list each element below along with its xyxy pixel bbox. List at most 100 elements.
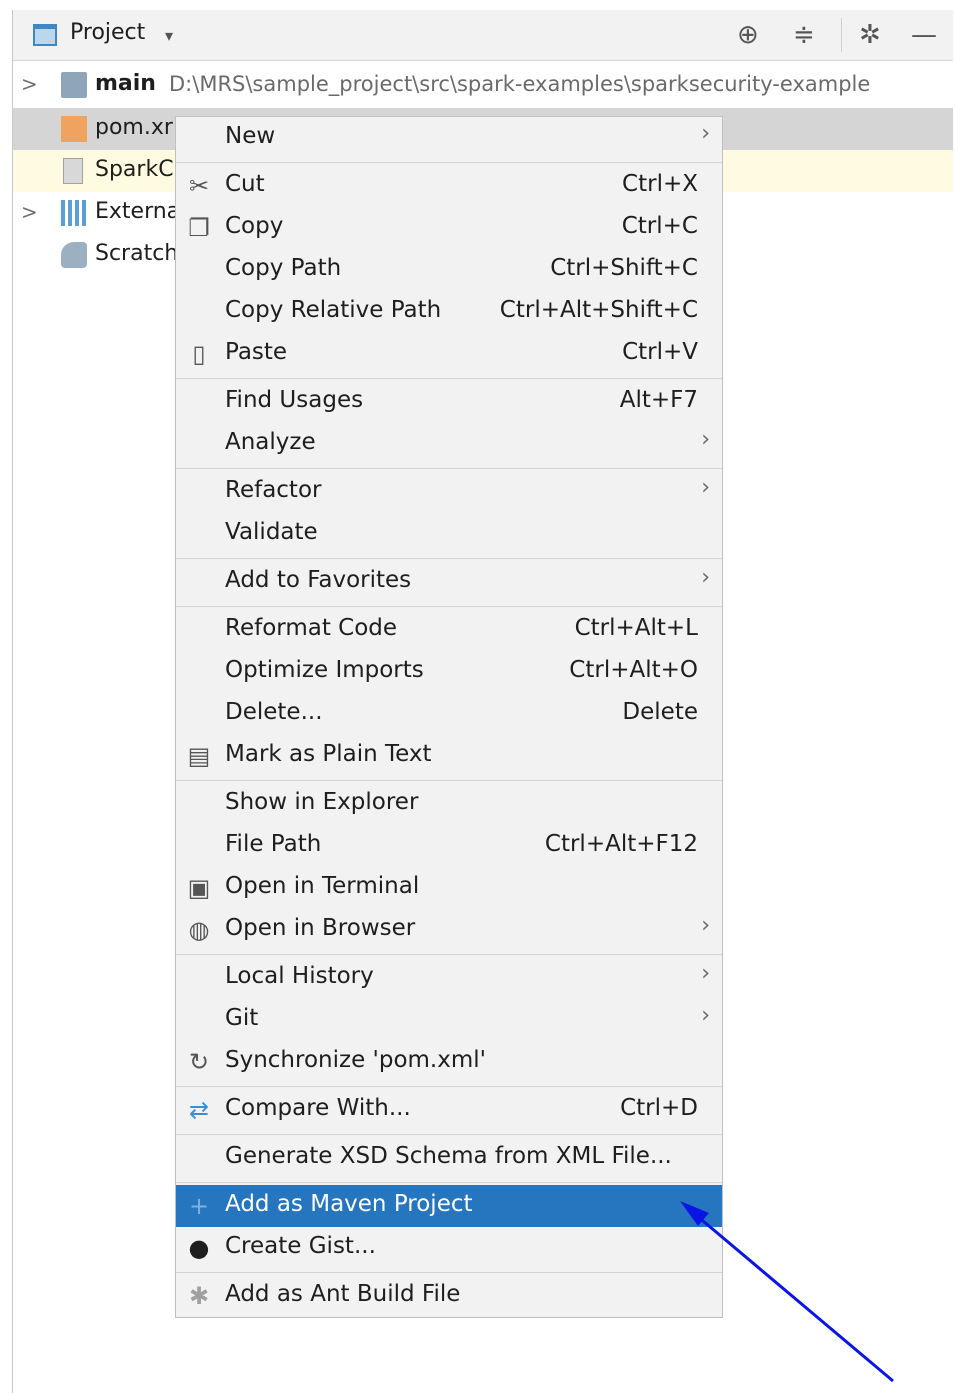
menu-item-find-usages[interactable]: Find Usages Alt+F7 xyxy=(176,381,722,423)
menu-separator xyxy=(176,468,722,469)
menu-item-open-in-browser[interactable]: ◍ Open in Browser › xyxy=(176,909,722,951)
menu-item-label: Show in Explorer xyxy=(225,789,419,815)
tree-item-path: D:\MRS\sample_project\src\spark-examples… xyxy=(169,72,871,96)
menu-item-label: Local History xyxy=(225,963,374,989)
target-icon[interactable]: ⊕ xyxy=(737,18,759,52)
menu-item-analyze[interactable]: Analyze › xyxy=(176,423,722,465)
plain-text-icon: ▤ xyxy=(187,742,211,770)
menu-item-label: Analyze xyxy=(225,429,316,455)
menu-item-label: Refactor xyxy=(225,477,322,503)
submenu-arrow-icon: › xyxy=(701,1003,710,1028)
menu-item-shortcut: Ctrl+Alt+O xyxy=(569,657,698,683)
scratch-icon xyxy=(61,242,87,268)
menu-item-add-as-ant-build-file[interactable]: ✱ Add as Ant Build File xyxy=(176,1275,722,1317)
menu-item-label: Mark as Plain Text xyxy=(225,741,432,767)
menu-item-label: Compare With... xyxy=(225,1095,411,1121)
menu-item-copy-path[interactable]: Copy Path Ctrl+Shift+C xyxy=(176,249,722,291)
menu-item-label: Open in Browser xyxy=(225,915,416,941)
tree-item-label: SparkC xyxy=(95,157,174,182)
menu-item-refactor[interactable]: Refactor › xyxy=(176,471,722,513)
submenu-arrow-icon: › xyxy=(701,961,710,986)
menu-item-new[interactable]: New › xyxy=(176,117,722,159)
menu-item-shortcut: Ctrl+X xyxy=(622,171,698,197)
compare-icon: ⇄ xyxy=(188,1096,210,1124)
menu-item-shortcut: Ctrl+Alt+F12 xyxy=(544,831,698,857)
submenu-arrow-icon: › xyxy=(701,565,710,590)
menu-item-show-in-explorer[interactable]: Show in Explorer xyxy=(176,783,722,825)
copy-icon: ❐ xyxy=(188,214,210,242)
menu-item-open-in-terminal[interactable]: ▣ Open in Terminal xyxy=(176,867,722,909)
menu-item-label: Generate XSD Schema from XML File... xyxy=(225,1143,672,1169)
menu-separator xyxy=(176,1086,722,1087)
menu-separator xyxy=(176,1272,722,1273)
menu-item-shortcut: Delete xyxy=(622,699,698,725)
menu-item-mark-as-plain-text[interactable]: ▤ Mark as Plain Text xyxy=(176,735,722,777)
tree-item-label: main xyxy=(95,71,156,96)
menu-item-create-gist[interactable]: ● Create Gist... xyxy=(176,1227,722,1269)
globe-icon: ◍ xyxy=(188,916,210,944)
menu-item-shortcut: Alt+F7 xyxy=(619,387,698,413)
tree-item-label: pom.xr xyxy=(95,115,173,140)
menu-item-label: Synchronize 'pom.xml' xyxy=(225,1047,486,1073)
menu-item-add-to-favorites[interactable]: Add to Favorites › xyxy=(176,561,722,603)
minimize-icon[interactable]: — xyxy=(911,18,937,52)
menu-item-add-as-maven-project[interactable]: + Add as Maven Project xyxy=(176,1185,722,1227)
menu-separator xyxy=(176,558,722,559)
menu-item-file-path[interactable]: File Path Ctrl+Alt+F12 xyxy=(176,825,722,867)
submenu-arrow-icon: › xyxy=(701,475,710,500)
menu-item-validate[interactable]: Validate xyxy=(176,513,722,555)
folder-icon xyxy=(61,72,87,98)
menu-item-cut[interactable]: ✂ Cut Ctrl+X xyxy=(176,165,722,207)
tree-item-label: Scratch xyxy=(95,241,179,266)
panel-title[interactable]: Project xyxy=(70,20,145,45)
library-icon xyxy=(61,200,87,226)
expand-arrow-icon[interactable]: > xyxy=(21,72,38,96)
menu-item-local-history[interactable]: Local History › xyxy=(176,957,722,999)
menu-item-git[interactable]: Git › xyxy=(176,999,722,1041)
submenu-arrow-icon: › xyxy=(701,121,710,146)
ant-icon: ✱ xyxy=(188,1282,210,1310)
menu-item-reformat-code[interactable]: Reformat Code Ctrl+Alt+L xyxy=(176,609,722,651)
tree-item-main[interactable]: > main D:\MRS\sample_project\src\spark-e… xyxy=(13,64,953,106)
menu-item-generate-xsd-schema[interactable]: Generate XSD Schema from XML File... xyxy=(176,1137,722,1179)
gear-icon[interactable]: ✲ xyxy=(859,18,881,52)
menu-item-label: Paste xyxy=(225,339,288,365)
collapse-all-icon[interactable]: ≑ xyxy=(793,18,815,52)
clipboard-icon: ▯ xyxy=(192,340,206,368)
github-icon: ● xyxy=(188,1234,210,1262)
menu-separator xyxy=(176,780,722,781)
menu-item-label: Create Gist... xyxy=(225,1233,376,1259)
menu-item-shortcut: Ctrl+D xyxy=(620,1095,698,1121)
chevron-down-icon[interactable]: ▾ xyxy=(165,26,173,45)
menu-item-label: Delete... xyxy=(225,699,323,725)
menu-item-shortcut: Ctrl+C xyxy=(621,213,698,239)
menu-item-label: Add as Maven Project xyxy=(225,1191,473,1217)
header-divider xyxy=(841,18,842,52)
expand-arrow-icon[interactable]: > xyxy=(21,200,38,224)
menu-item-delete[interactable]: Delete... Delete xyxy=(176,693,722,735)
menu-item-compare-with[interactable]: ⇄ Compare With... Ctrl+D xyxy=(176,1089,722,1131)
menu-item-label: File Path xyxy=(225,831,322,857)
menu-item-shortcut: Ctrl+V xyxy=(622,339,698,365)
menu-item-label: New xyxy=(225,123,276,149)
submenu-arrow-icon: › xyxy=(701,427,710,452)
menu-item-paste[interactable]: ▯ Paste Ctrl+V xyxy=(176,333,722,375)
menu-item-synchronize[interactable]: ↻ Synchronize 'pom.xml' xyxy=(176,1041,722,1083)
scissors-icon: ✂ xyxy=(188,172,210,200)
xml-file-icon xyxy=(61,116,87,142)
menu-separator xyxy=(176,606,722,607)
menu-separator xyxy=(176,378,722,379)
terminal-icon: ▣ xyxy=(187,874,211,902)
menu-item-optimize-imports[interactable]: Optimize Imports Ctrl+Alt+O xyxy=(176,651,722,693)
menu-item-copy-relative-path[interactable]: Copy Relative Path Ctrl+Alt+Shift+C xyxy=(176,291,722,333)
sync-icon: ↻ xyxy=(188,1048,210,1076)
menu-item-label: Copy xyxy=(225,213,284,239)
menu-item-label: Copy Path xyxy=(225,255,342,281)
file-icon xyxy=(63,158,83,184)
menu-separator xyxy=(176,1134,722,1135)
menu-item-label: Git xyxy=(225,1005,259,1031)
menu-item-copy[interactable]: ❐ Copy Ctrl+C xyxy=(176,207,722,249)
menu-item-shortcut: Ctrl+Shift+C xyxy=(550,255,698,281)
menu-item-label: Optimize Imports xyxy=(225,657,424,683)
context-menu: New › ✂ Cut Ctrl+X ❐ Copy Ctrl+C Copy Pa… xyxy=(175,116,723,1318)
